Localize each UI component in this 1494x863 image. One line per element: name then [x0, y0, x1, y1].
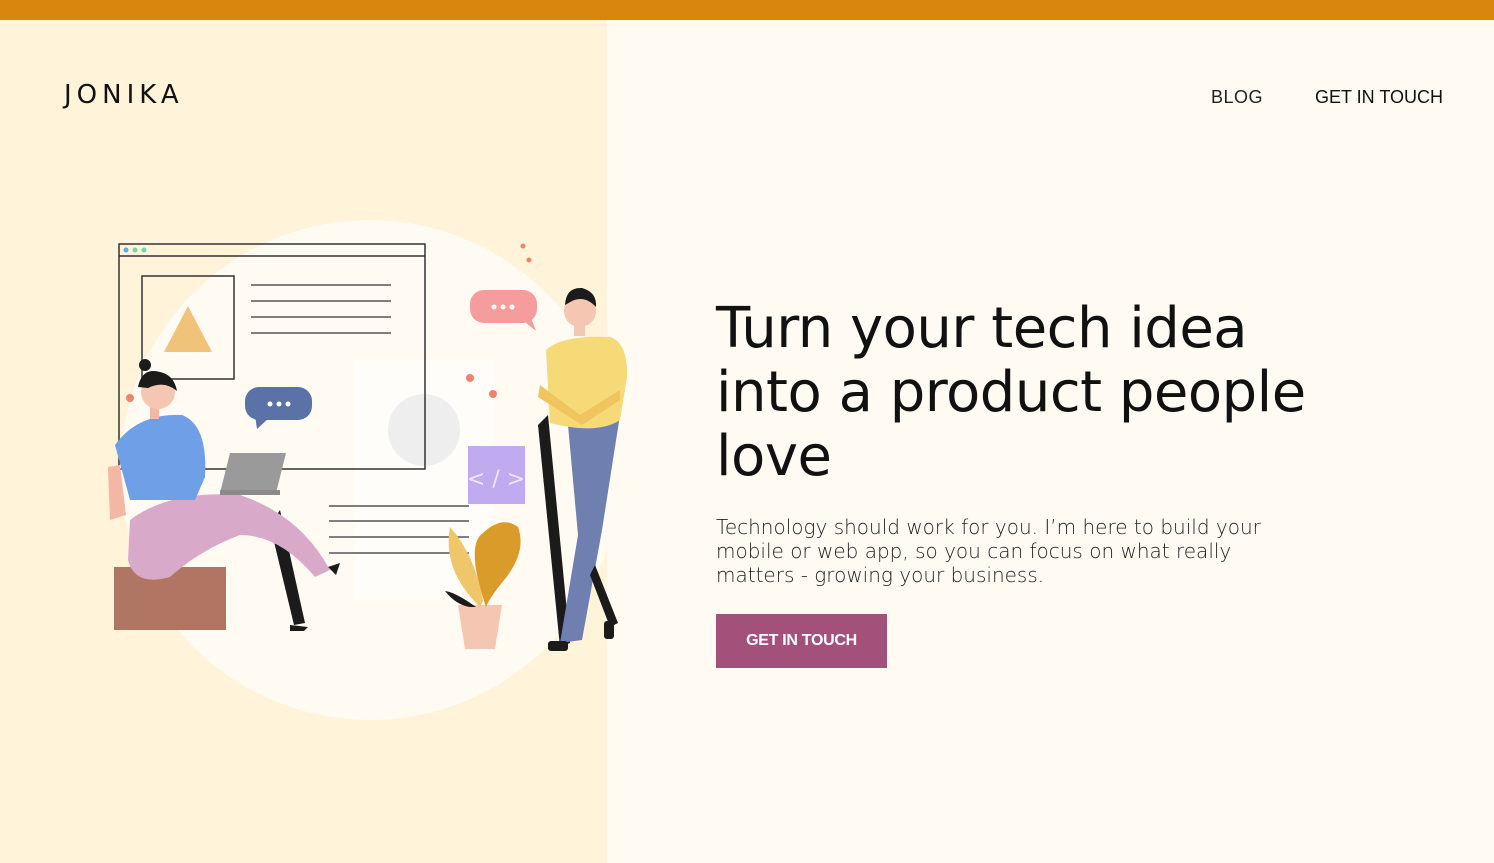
svg-text:< / >: < / > — [467, 467, 525, 492]
nav-link-blog[interactable]: BLOG — [1211, 87, 1263, 108]
hero-headline: Turn your tech idea into a product peopl… — [716, 296, 1306, 489]
background-circle — [388, 394, 460, 466]
top-accent-bar — [0, 0, 1494, 20]
nav-link-get-in-touch[interactable]: GET IN TOUCH — [1315, 87, 1443, 108]
hero-illustration: < / > — [108, 220, 628, 720]
hero-subtext: Technology should work for you. I’m here… — [716, 515, 1261, 587]
code-icon: < / > — [467, 446, 525, 504]
brand-logo[interactable]: JONIKA — [64, 80, 184, 110]
get-in-touch-button[interactable]: GET IN TOUCH — [716, 614, 887, 668]
